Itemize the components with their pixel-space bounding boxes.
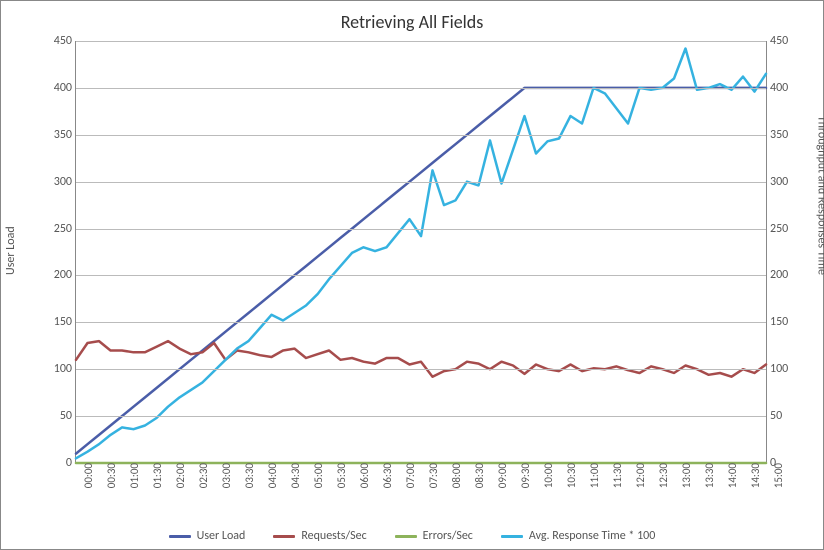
x-tick: 08:30 — [473, 463, 486, 488]
gridline — [76, 229, 766, 230]
y-left-tick: 150 — [54, 316, 76, 328]
legend-label: Requests/Sec — [301, 529, 366, 543]
x-tick: 10:00 — [542, 463, 555, 488]
x-tick: 01:00 — [128, 463, 141, 488]
x-tick: 14:00 — [726, 463, 739, 488]
y-right-tick: 150 — [766, 316, 788, 328]
legend-item: Requests/Sec — [273, 529, 366, 543]
legend-item: User Load — [169, 529, 246, 543]
x-tick: 05:30 — [335, 463, 348, 488]
x-tick: 03:30 — [243, 463, 256, 488]
legend-item: Avg. Response Time * 100 — [501, 529, 655, 543]
y-right-tick: 350 — [766, 129, 788, 141]
x-tick: 00:30 — [105, 463, 118, 488]
x-tick: 02:30 — [197, 463, 210, 488]
x-tick: 00:00 — [82, 463, 95, 488]
x-tick: 09:00 — [496, 463, 509, 488]
gridline — [76, 275, 766, 276]
gridline — [76, 416, 766, 417]
x-tick: 07:30 — [427, 463, 440, 488]
y-left-tick: 300 — [54, 176, 76, 188]
y-left-tick: 250 — [54, 223, 76, 235]
legend-item: Errors/Sec — [395, 529, 473, 543]
y-left-tick: 450 — [54, 35, 76, 47]
x-tick: 08:00 — [450, 463, 463, 488]
y-right-tick: 100 — [766, 363, 788, 375]
y-right-tick: 300 — [766, 176, 788, 188]
x-tick: 10:30 — [565, 463, 578, 488]
gridline — [76, 135, 766, 136]
plot-area: 0050501001001501502002002502503003003503… — [75, 41, 767, 464]
gridline — [76, 182, 766, 183]
series-line — [76, 49, 766, 459]
gridline — [76, 88, 766, 89]
gridline — [76, 41, 766, 42]
legend-swatch — [273, 535, 295, 538]
gridline — [76, 322, 766, 323]
y-left-tick: 0 — [66, 457, 76, 469]
x-tick: 04:00 — [266, 463, 279, 488]
legend-swatch — [501, 535, 523, 538]
legend-swatch — [395, 535, 417, 538]
legend-label: Errors/Sec — [423, 529, 473, 543]
y-left-tick: 200 — [54, 269, 76, 281]
x-tick: 06:00 — [358, 463, 371, 488]
chart-title: Retrieving All Fields — [1, 11, 823, 33]
x-tick: 02:00 — [174, 463, 187, 488]
x-tick: 12:30 — [657, 463, 670, 488]
gridline — [76, 369, 766, 370]
legend: User Load Requests/Sec Errors/Sec Avg. Resp… — [1, 529, 823, 543]
x-tick: 11:30 — [611, 463, 624, 488]
x-tick: 05:00 — [312, 463, 325, 488]
x-tick: 06:30 — [381, 463, 394, 488]
y-right-tick: 400 — [766, 82, 788, 94]
series-line — [76, 341, 766, 377]
x-tick: 13:30 — [703, 463, 716, 488]
y-axis-right-label: Throughput and Responses Time — [814, 116, 824, 275]
y-right-tick: 250 — [766, 223, 788, 235]
y-right-tick: 50 — [766, 410, 782, 422]
series-layer — [76, 41, 766, 463]
x-tick: 12:00 — [634, 463, 647, 488]
y-right-tick: 200 — [766, 269, 788, 281]
legend-swatch — [169, 535, 191, 538]
x-tick: 04:30 — [289, 463, 302, 488]
y-left-tick: 50 — [60, 410, 76, 422]
x-tick: 13:00 — [680, 463, 693, 488]
x-tick: 11:00 — [588, 463, 601, 488]
x-tick: 07:00 — [404, 463, 417, 488]
legend-label: Avg. Response Time * 100 — [529, 529, 655, 543]
y-left-tick: 100 — [54, 363, 76, 375]
y-right-tick: 450 — [766, 35, 788, 47]
x-tick: 15:00 — [772, 463, 785, 488]
x-tick: 03:00 — [220, 463, 233, 488]
legend-label: User Load — [197, 529, 246, 543]
x-tick: 14:30 — [749, 463, 762, 488]
y-left-tick: 350 — [54, 129, 76, 141]
y-axis-left-label: User Load — [4, 226, 18, 275]
y-left-tick: 400 — [54, 82, 76, 94]
x-tick: 09:30 — [519, 463, 532, 488]
x-tick: 01:30 — [151, 463, 164, 488]
chart-frame: Retrieving All Fields User Load Throughp… — [0, 0, 824, 550]
